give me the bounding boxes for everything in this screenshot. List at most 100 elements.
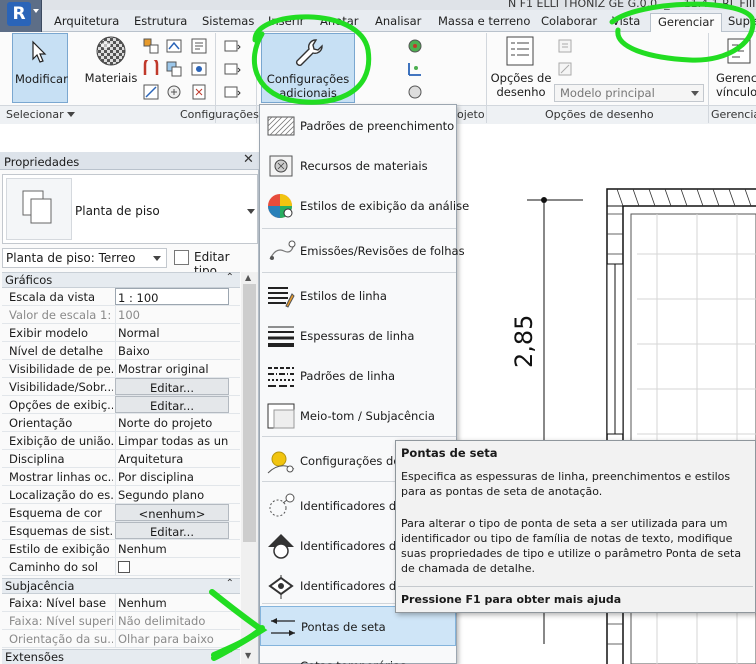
edit-type-button[interactable]: Editar tipo [172,248,256,278]
project-units-icon[interactable] [142,83,160,101]
panel-schedule-icon[interactable] [223,60,241,78]
collapse-chevron-icon[interactable]: ⌃ [226,649,234,660]
tab-colaborar[interactable]: Colaborar [541,13,597,32]
purge-unused-icon[interactable] [190,83,208,101]
materials-label: Materiais [84,71,138,85]
menu-item-sheet-issues[interactable]: Emissões/Revisões de folhas [260,231,465,271]
property-value[interactable]: Nenhum [115,594,229,611]
tab-arquitetura[interactable]: Arquitetura [54,13,119,32]
tab-sistemas[interactable]: Sistemas [202,13,260,32]
section-underlay-label: Subjacência [5,579,75,593]
transfer-standards-icon[interactable] [165,83,183,101]
additional-settings-button[interactable]: Configurações adicionais [261,33,355,103]
add-to-set-icon[interactable] [556,37,574,55]
application-menu-button[interactable]: R [0,0,42,32]
structural-settings-icon[interactable] [142,60,160,78]
menu-item-analysis-display[interactable]: Estilos de exibição da análise [260,186,469,226]
pick-to-edit-icon[interactable] [556,60,574,78]
position-icon[interactable] [406,83,424,101]
menu-item-fill-pattern[interactable]: Padrões de preenchimento [260,106,456,146]
global-parameters-icon[interactable] [190,60,208,78]
property-value[interactable]: Segundo plano [115,486,229,503]
tab-anotar[interactable]: Anotar [320,13,365,32]
modify-button[interactable]: Modificar [12,33,68,103]
menu-item-label: Padrões de preenchimento [300,119,455,133]
property-value[interactable]: Limpar todas as un... [115,432,229,449]
tab-massa-e-terreno[interactable]: Massa e terreno [438,13,530,32]
cursor-arrow-icon [32,40,47,63]
menu-item-temporary-dimensions[interactable]: Cotas temporárias [260,646,456,664]
property-value[interactable]: Normal [115,324,229,341]
property-edit-button[interactable]: Editar... [115,396,229,413]
section-extents[interactable]: Extensões ⌃ [2,649,240,664]
manage-links-label: Gerenc vínculo [716,71,756,99]
shared-parameters-icon[interactable] [165,60,183,78]
property-value[interactable]: Arquitetura [115,450,229,467]
property-name: Escala da vista [9,290,96,304]
menu-item-line-patterns[interactable]: Padrões de linha [260,356,456,396]
property-value[interactable]: Norte do projeto [115,414,229,431]
building-settings-icon[interactable] [223,83,241,101]
section-graphics[interactable]: Gráficos ⌃ [2,272,240,288]
scroll-up-icon[interactable]: ▲ [245,273,251,282]
collapse-chevron-icon[interactable]: ⌃ [226,272,234,283]
property-value[interactable]: Não delimitado [115,612,229,629]
menu-item-line-styles[interactable]: Estilos de linha [260,276,456,316]
tab-gerenciar[interactable]: Gerenciar [650,13,723,33]
property-value[interactable]: Por disciplina [115,468,229,485]
section-underlay[interactable]: Subjacência ⌃ [2,578,240,594]
property-value[interactable]: 100 [115,306,229,323]
property-value[interactable]: Nenhum [115,540,229,557]
close-icon[interactable]: ✕ [243,152,254,167]
design-options-label: Opções de desenho [490,71,552,99]
instance-filter-select[interactable]: Planta de piso: Terreo [2,248,167,268]
menu-item-halftone[interactable]: Meio-tom / Subjacência [260,396,456,436]
coordinates-icon[interactable] [406,60,424,78]
materials-button[interactable]: Materiais [82,33,140,103]
modify-label: Modificar [15,72,68,86]
property-row: Exibição de união... Limpar todas as un..… [2,432,240,450]
property-value[interactable]: Mostrar original [115,360,229,377]
property-value[interactable]: 1 : 100 [115,288,229,305]
menu-separator [262,228,456,229]
section-graphics-label: Gráficos [5,273,53,287]
location-icon[interactable] [406,37,424,55]
snaps-icon[interactable] [165,37,183,55]
tab-inserir[interactable]: Inserir [268,13,304,32]
object-styles-icon[interactable] [142,37,160,55]
menu-item-material-assets[interactable]: Recursos de materiais [260,146,456,186]
project-info-icon[interactable] [190,37,208,55]
tab-analisar[interactable]: Analisar [375,13,421,32]
menu-separator [262,272,456,273]
chevron-down-icon [67,112,75,117]
additional-settings-label: Configurações adicionais [262,72,354,100]
menu-item-line-weights[interactable]: Espessuras de linha [260,316,456,356]
sun-path-checkbox[interactable] [118,561,130,573]
scrollbar-thumb[interactable] [243,284,256,542]
tab-suplementos[interactable]: Suplementos [728,13,756,32]
design-options-button[interactable]: Opções de desenho [490,33,552,103]
tab-vista[interactable]: Vista [612,13,640,32]
fill-pattern-icon [267,116,295,136]
panel-label-manage: Gerencia [711,108,756,121]
chevron-down-icon[interactable] [247,209,255,214]
collapse-chevron-icon[interactable]: ⌃ [226,578,234,589]
tab-estrutura[interactable]: Estrutura [134,13,187,32]
mep-settings-icon[interactable] [223,37,241,55]
property-edit-button[interactable]: Editar... [115,378,229,395]
panel-label-select[interactable]: Selecionar [6,108,64,121]
scroll-down-icon[interactable]: ▼ [245,651,251,660]
property-edit-button[interactable]: <nenhum> [115,504,229,521]
property-row: Estilo de exibição ... Nenhum [2,540,240,558]
primary-option-select[interactable]: Modelo principal [554,84,704,102]
menu-item-label: Configurações do [300,454,401,468]
property-edit-button[interactable]: Editar... [115,522,229,539]
floor-plan-thumbnail [6,178,72,240]
manage-links-button[interactable]: Gerenc vínculo [716,33,756,103]
property-value[interactable]: Olhar para baixo [115,630,229,647]
design-options-icon [506,36,534,66]
property-value[interactable] [115,558,229,575]
property-row: Orientação da su... Olhar para baixo [2,630,240,648]
property-name: Faixa: Nível base [9,596,107,610]
property-value[interactable]: Baixo [115,342,229,359]
